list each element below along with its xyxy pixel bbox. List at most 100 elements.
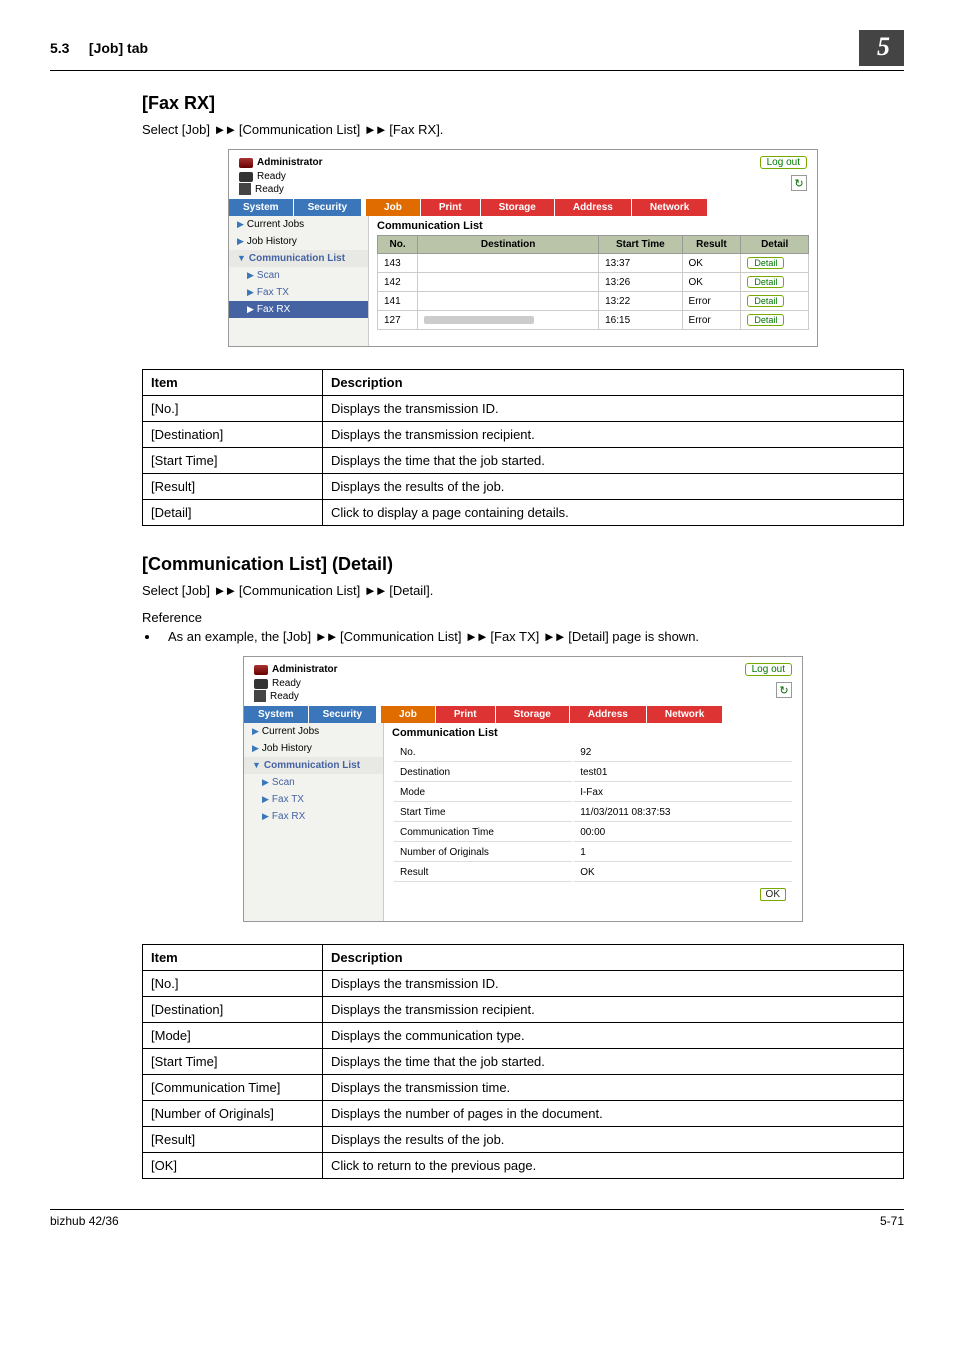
screenshot-detail: Administrator Log out Ready Ready ↻ Syst… (243, 656, 803, 922)
tab-print-2[interactable]: Print (435, 706, 495, 723)
reference-label: Reference (142, 610, 904, 625)
ready-status-2: Ready (255, 184, 284, 195)
table-row: [Destination]Displays the transmission r… (143, 422, 904, 448)
desc1-head-item: Item (143, 370, 323, 396)
sidebar-communication-list[interactable]: ▼Communication List (229, 250, 368, 267)
table-row: ModeI-Fax (394, 784, 792, 802)
cell-item: [Detail] (143, 500, 323, 526)
refresh-icon-2[interactable]: ↻ (776, 682, 792, 698)
tab-address-2[interactable]: Address (569, 706, 646, 723)
table-row: No.92 (394, 744, 792, 762)
detail-value: 92 (574, 744, 792, 762)
nav-system-2[interactable]: System (244, 706, 309, 723)
tab-job[interactable]: Job (366, 199, 420, 216)
table-row: [No.]Displays the transmission ID. (143, 396, 904, 422)
detail-value: I-Fax (574, 784, 792, 802)
detail-table: No.92Destinationtest01ModeI-FaxStart Tim… (392, 742, 794, 884)
logout-button-2[interactable]: Log out (745, 663, 792, 676)
cell-desc: Displays the transmission time. (323, 1075, 904, 1101)
tab-storage-2[interactable]: Storage (495, 706, 569, 723)
detail-value: 1 (574, 844, 792, 862)
detail-button[interactable]: Detail (747, 276, 784, 288)
table-row: [Detail]Click to display a page containi… (143, 500, 904, 526)
sidebar-scan[interactable]: ▶Scan (229, 267, 368, 284)
table-row: Start Time11/03/2011 08:37:53 (394, 804, 792, 822)
tab-address[interactable]: Address (554, 199, 631, 216)
section-number: 5.3 (50, 40, 69, 56)
sidebar-communication-list-2[interactable]: ▼Communication List (244, 757, 383, 774)
sidebar-2: ▶Current Jobs ▶Job History ▼Communicatio… (244, 723, 384, 921)
nav-system[interactable]: System (229, 199, 294, 216)
page-header: 5.3 [Job] tab 5 (50, 30, 904, 71)
detail-button[interactable]: Detail (747, 295, 784, 307)
admin-icon (254, 665, 268, 675)
cell-destination (418, 311, 599, 330)
col-no: No. (378, 236, 418, 254)
cell-result: Error (682, 292, 741, 311)
detail-label: Start Time (394, 804, 572, 822)
sidebar-current-jobs-2[interactable]: ▶Current Jobs (244, 723, 383, 740)
sidebar-job-history[interactable]: ▶Job History (229, 233, 368, 250)
table-row: 12716:15ErrorDetail (378, 311, 809, 330)
cell-item: [Result] (143, 474, 323, 500)
tab-network-2[interactable]: Network (646, 706, 722, 723)
cell-start-time: 13:22 (599, 292, 682, 311)
detail-value: test01 (574, 764, 792, 782)
sidebar-fax-rx-2[interactable]: ▶Fax RX (244, 808, 383, 825)
sidebar-fax-tx[interactable]: ▶Fax TX (229, 284, 368, 301)
cell-destination (418, 292, 599, 311)
detail-label: No. (394, 744, 572, 762)
admin-label: Administrator (239, 156, 323, 169)
sidebar-job-history-2[interactable]: ▶Job History (244, 740, 383, 757)
cell-result: Error (682, 311, 741, 330)
ready-status-1: Ready (257, 171, 286, 182)
cell-no: 142 (378, 273, 418, 292)
sidebar-fax-tx-2[interactable]: ▶Fax TX (244, 791, 383, 808)
printer-icon (254, 679, 268, 689)
ok-button[interactable]: OK (760, 888, 786, 901)
cell-desc: Displays the time that the job started. (323, 1049, 904, 1075)
cell-desc: Displays the transmission ID. (323, 396, 904, 422)
admin-label-2: Administrator (254, 663, 338, 676)
cell-item: [Start Time] (143, 448, 323, 474)
cell-item: [Destination] (143, 422, 323, 448)
cell-item: [Mode] (143, 1023, 323, 1049)
detail-button[interactable]: Detail (747, 314, 784, 326)
page-footer: bizhub 42/36 5-71 (50, 1209, 904, 1228)
sidebar-fax-rx[interactable]: ▶Fax RX (229, 301, 368, 318)
detail-label: Number of Originals (394, 844, 572, 862)
tab-network[interactable]: Network (631, 199, 707, 216)
table-row: [Number of Originals]Displays the number… (143, 1101, 904, 1127)
table-row: [Result]Displays the results of the job. (143, 1127, 904, 1153)
desc2-head-item: Item (143, 945, 323, 971)
detail-button[interactable]: Detail (747, 257, 784, 269)
cell-result: OK (682, 254, 741, 273)
cell-item: [Number of Originals] (143, 1101, 323, 1127)
refresh-icon[interactable]: ↻ (791, 175, 807, 191)
cell-item: [Result] (143, 1127, 323, 1153)
nav-security[interactable]: Security (294, 199, 362, 216)
cell-desc: Displays the transmission ID. (323, 971, 904, 997)
cell-desc: Click to return to the previous page. (323, 1153, 904, 1179)
tab-job-2[interactable]: Job (381, 706, 435, 723)
redacted-text (424, 316, 534, 324)
table-row: [Start Time]Displays the time that the j… (143, 1049, 904, 1075)
tab-print[interactable]: Print (420, 199, 480, 216)
page-number: 5-71 (880, 1214, 904, 1228)
comm-list-table: No. Destination Start Time Result Detail… (377, 235, 809, 330)
detail-label: Mode (394, 784, 572, 802)
section-title: [Job] tab (89, 40, 148, 56)
logout-button[interactable]: Log out (760, 156, 807, 169)
cell-item: [No.] (143, 396, 323, 422)
sidebar-current-jobs[interactable]: ▶Current Jobs (229, 216, 368, 233)
col-detail: Detail (741, 236, 809, 254)
product-name: bizhub 42/36 (50, 1214, 119, 1228)
cell-destination (418, 273, 599, 292)
cell-item: [OK] (143, 1153, 323, 1179)
sidebar-scan-2[interactable]: ▶Scan (244, 774, 383, 791)
cell-desc: Displays the transmission recipient. (323, 997, 904, 1023)
tab-storage[interactable]: Storage (480, 199, 554, 216)
nav-security-2[interactable]: Security (309, 706, 377, 723)
detail-label: Destination (394, 764, 572, 782)
cell-desc: Displays the transmission recipient. (323, 422, 904, 448)
